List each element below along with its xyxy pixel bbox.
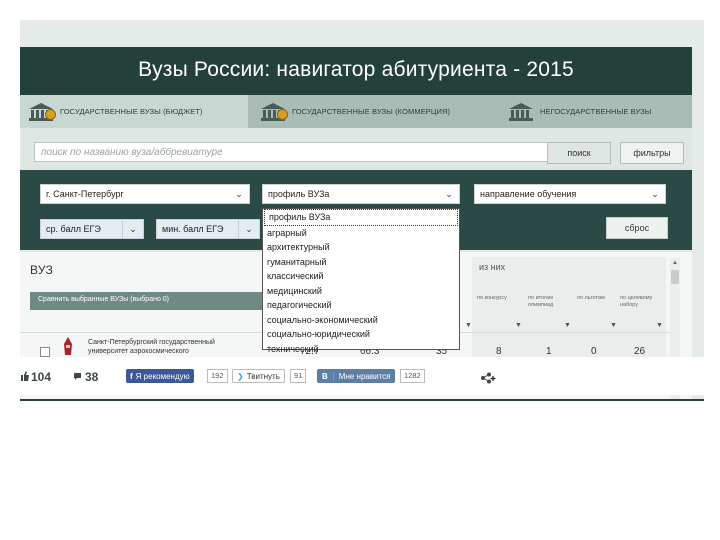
sort-icon[interactable]: ▼ bbox=[656, 322, 663, 329]
sort-icon[interactable]: ▼ bbox=[465, 322, 472, 329]
benefits-cell: 0 bbox=[591, 346, 597, 357]
column-header-contest[interactable]: по конкурсу bbox=[477, 295, 511, 302]
tab-bar: ГОСУДАРСТВЕННЫЕ ВУЗЫ (БЮДЖЕТ) ГОСУДАРСТВ… bbox=[20, 95, 692, 128]
thumbs-up-icon[interactable] bbox=[20, 371, 30, 381]
chevron-down-icon: ⌄ bbox=[238, 220, 259, 238]
profile-option[interactable]: аграрный bbox=[263, 226, 459, 241]
city-select-value: г. Санкт-Петербург bbox=[46, 189, 124, 199]
twitter-tweet-button[interactable]: ❯ Твитнуть bbox=[232, 369, 285, 383]
column-header-benefits[interactable]: по льготам bbox=[577, 295, 611, 302]
profile-select[interactable]: профиль ВУЗа ⌄ bbox=[262, 184, 460, 204]
compare-button[interactable]: Сравнить выбранные ВУЗы (выбрано 0) bbox=[30, 292, 265, 310]
olympiad-cell: 1 bbox=[546, 346, 552, 357]
search-button[interactable]: поиск bbox=[547, 142, 611, 164]
chevron-down-icon: ⌄ bbox=[445, 188, 453, 199]
chevron-down-icon: ⌄ bbox=[651, 188, 659, 199]
row-checkbox[interactable] bbox=[40, 347, 50, 357]
comments-count: 38 bbox=[85, 370, 99, 384]
sort-icon[interactable]: ▼ bbox=[515, 322, 522, 329]
column-header-target[interactable]: по целевому набору bbox=[620, 295, 654, 308]
avg-score-value: ср. балл ЕГЭ bbox=[46, 224, 101, 234]
profile-option[interactable]: классический bbox=[263, 269, 459, 284]
reset-button[interactable]: сброс bbox=[606, 217, 668, 239]
bottom-rule bbox=[20, 399, 704, 401]
facebook-recommend-button[interactable]: f Я рекомендую bbox=[126, 369, 194, 383]
bank-coin-icon bbox=[260, 102, 288, 121]
twitter-button-label: Твитнуть bbox=[246, 371, 280, 381]
vk-count: 1282 bbox=[400, 369, 425, 383]
tab-label: ГОСУДАРСТВЕННЫЕ ВУЗЫ (КОММЕРЦИЯ) bbox=[292, 107, 451, 116]
by-contest-cell: 8 bbox=[496, 346, 502, 357]
min-score-value: мин. балл ЕГЭ bbox=[162, 224, 224, 234]
filters-button[interactable]: фильтры bbox=[620, 142, 684, 164]
app-frame: Вузы России: навигатор абитуриента - 201… bbox=[20, 20, 704, 400]
comment-icon[interactable] bbox=[73, 372, 82, 382]
vk-icon: B bbox=[317, 371, 334, 381]
tab-label: НЕГОСУДАРСТВЕННЫЕ ВУЗЫ bbox=[540, 107, 652, 116]
university-name[interactable]: Санкт-Петербургский государственный унив… bbox=[88, 338, 238, 356]
share-plus-icon[interactable] bbox=[480, 372, 496, 384]
twitter-count: 91 bbox=[290, 369, 307, 383]
tab-label: ГОСУДАРСТВЕННЫЕ ВУЗЫ (БЮДЖЕТ) bbox=[60, 107, 203, 116]
scroll-up-icon[interactable]: ▲ bbox=[670, 258, 680, 268]
profile-option[interactable]: технический bbox=[263, 342, 459, 357]
vk-button-label: Мне нравится bbox=[338, 371, 391, 381]
profile-option[interactable]: профиль ВУЗа bbox=[264, 209, 458, 226]
chevron-down-icon: ⌄ bbox=[235, 188, 243, 199]
profile-option[interactable]: социально-юридический bbox=[263, 327, 459, 342]
city-select[interactable]: г. Санкт-Петербург ⌄ bbox=[40, 184, 250, 204]
vuz-column-header: ВУЗ bbox=[30, 263, 54, 277]
profile-option[interactable]: социально-экономический bbox=[263, 313, 459, 328]
vk-like-button[interactable]: B Мне нравится bbox=[317, 369, 396, 383]
profile-dropdown-list: профиль ВУЗа аграрный архитектурный гума… bbox=[262, 208, 460, 354]
direction-select-value: направление обучения bbox=[480, 189, 577, 199]
search-row: поиск фильтры bbox=[20, 128, 692, 170]
likes-count: 104 bbox=[31, 370, 52, 384]
chevron-down-icon: ⌄ bbox=[122, 220, 143, 238]
profile-option[interactable]: педагогический bbox=[263, 298, 459, 313]
facebook-icon: f bbox=[130, 371, 133, 381]
sort-icon[interactable]: ▼ bbox=[564, 322, 571, 329]
avg-score-select[interactable]: ср. балл ЕГЭ ⌄ bbox=[40, 219, 144, 239]
target-cell: 26 bbox=[634, 346, 646, 357]
direction-select[interactable]: направление обучения ⌄ bbox=[474, 184, 666, 204]
search-input[interactable] bbox=[34, 142, 556, 162]
page-header: Вузы России: навигатор абитуриента - 201… bbox=[20, 47, 692, 95]
profile-option[interactable]: медицинский bbox=[263, 284, 459, 299]
compare-button-label: Сравнить выбранные ВУЗы (выбрано 0) bbox=[38, 296, 170, 303]
min-score-select[interactable]: мин. балл ЕГЭ ⌄ bbox=[156, 219, 260, 239]
twitter-icon: ❯ bbox=[237, 371, 244, 381]
profile-select-value: профиль ВУЗа bbox=[268, 189, 330, 199]
tab-state-commercial[interactable]: ГОСУДАРСТВЕННЫЕ ВУЗЫ (КОММЕРЦИЯ) bbox=[260, 95, 500, 128]
facebook-count: 192 bbox=[207, 369, 228, 383]
page-title: Вузы России: навигатор абитуриента - 201… bbox=[138, 58, 574, 81]
university-tower-icon bbox=[64, 337, 72, 355]
group-header: из них bbox=[479, 262, 506, 272]
profile-option[interactable]: архитектурный bbox=[263, 240, 459, 255]
bank-coin-icon bbox=[28, 102, 56, 121]
scroll-thumb[interactable] bbox=[671, 270, 679, 284]
tab-non-state[interactable]: НЕГОСУДАРСТВЕННЫЕ ВУЗЫ bbox=[508, 95, 692, 128]
sort-icon[interactable]: ▼ bbox=[610, 322, 617, 329]
column-header-olympiad[interactable]: по итогам олимпиад bbox=[528, 295, 562, 308]
profile-option[interactable]: гуманитарный bbox=[263, 255, 459, 270]
tab-state-budget[interactable]: ГОСУДАРСТВЕННЫЕ ВУЗЫ (БЮДЖЕТ) bbox=[20, 95, 248, 128]
bank-icon bbox=[508, 102, 534, 121]
share-bar: 104 38 f Я рекомендую 192 ❯ Твитнуть 91 … bbox=[20, 357, 704, 395]
facebook-button-label: Я рекомендую bbox=[135, 371, 190, 381]
